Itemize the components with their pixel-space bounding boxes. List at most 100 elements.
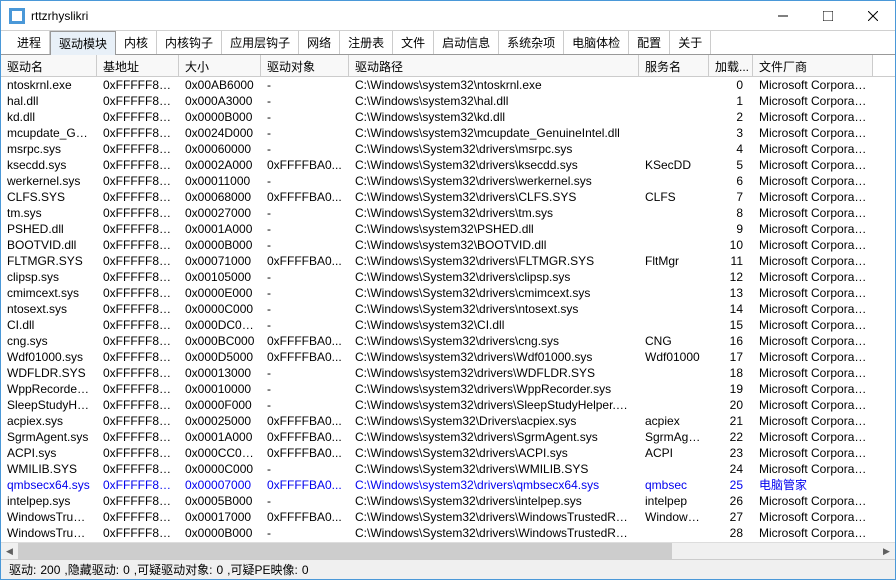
cell-base: 0xFFFFF800... [97, 493, 179, 509]
tab-bar: 进程驱动模块内核内核钩子应用层钩子网络注册表文件启动信息系统杂项电脑体检配置关于 [1, 31, 895, 55]
table-row[interactable]: hal.dll0xFFFFF800...0x000A3000-C:\Window… [1, 93, 895, 109]
cell-base: 0xFFFFF800... [97, 317, 179, 333]
tab-11[interactable]: 配置 [629, 31, 670, 54]
table-row[interactable]: CI.dll0xFFFFF800...0x000DC000-C:\Windows… [1, 317, 895, 333]
table-row[interactable]: ACPI.sys0xFFFFF800...0x000CC0000xFFFFBA0… [1, 445, 895, 461]
maximize-button[interactable] [805, 1, 850, 30]
tab-3[interactable]: 内核钩子 [157, 31, 222, 54]
column-header-5[interactable]: 服务名 [639, 55, 709, 76]
column-header-6[interactable]: 加载... [709, 55, 753, 76]
table-row[interactable]: ntosext.sys0xFFFFF800...0x0000C000-C:\Wi… [1, 301, 895, 317]
table-row[interactable]: clipsp.sys0xFFFFF800...0x00105000-C:\Win… [1, 269, 895, 285]
cell-ord: 2 [709, 109, 753, 125]
cell-path: C:\Windows\System32\drivers\cng.sys [349, 333, 639, 349]
cell-base: 0xFFFFF800... [97, 77, 179, 93]
cell-ord: 6 [709, 173, 753, 189]
cell-svc [639, 109, 709, 125]
table-row[interactable]: ntoskrnl.exe0xFFFFF800...0x00AB6000-C:\W… [1, 77, 895, 93]
tab-1[interactable]: 驱动模块 [50, 31, 116, 56]
table-row[interactable]: msrpc.sys0xFFFFF800...0x00060000-C:\Wind… [1, 141, 895, 157]
table-row[interactable]: kd.dll0xFFFFF800...0x0000B000-C:\Windows… [1, 109, 895, 125]
cell-ord: 3 [709, 125, 753, 141]
close-button[interactable] [850, 1, 895, 30]
table-row[interactable]: CLFS.SYS0xFFFFF800...0x000680000xFFFFBA0… [1, 189, 895, 205]
tab-7[interactable]: 文件 [393, 31, 434, 54]
table-row[interactable]: tm.sys0xFFFFF800...0x00027000-C:\Windows… [1, 205, 895, 221]
cell-size: 0x00071000 [179, 253, 261, 269]
cell-ord: 27 [709, 509, 753, 525]
tab-12[interactable]: 关于 [670, 31, 711, 54]
table-row[interactable]: BOOTVID.dll0xFFFFF800...0x0000B000-C:\Wi… [1, 237, 895, 253]
table-row[interactable]: ksecdd.sys0xFFFFF800...0x0002A0000xFFFFB… [1, 157, 895, 173]
cell-base: 0xFFFFF800... [97, 333, 179, 349]
cell-vendor: 电脑管家 [753, 477, 873, 493]
column-header-1[interactable]: 基地址 [97, 55, 179, 76]
cell-obj: - [261, 461, 349, 477]
scroll-right-button[interactable]: ▶ [878, 543, 895, 560]
cell-name: SleepStudyHelp... [1, 397, 97, 413]
column-header-4[interactable]: 驱动路径 [349, 55, 639, 76]
column-header-0[interactable]: 驱动名 [1, 55, 97, 76]
table-row[interactable]: PSHED.dll0xFFFFF800...0x0001A000-C:\Wind… [1, 221, 895, 237]
table-row[interactable]: FLTMGR.SYS0xFFFFF800...0x000710000xFFFFB… [1, 253, 895, 269]
table-row[interactable]: WindowsTruste...0xFFFFF800...0x000170000… [1, 509, 895, 525]
scroll-track[interactable] [18, 543, 878, 560]
cell-base: 0xFFFFF800... [97, 445, 179, 461]
table-row[interactable]: SleepStudyHelp...0xFFFFF800...0x0000F000… [1, 397, 895, 413]
table-row[interactable]: WMILIB.SYS0xFFFFF800...0x0000C000-C:\Win… [1, 461, 895, 477]
scroll-thumb[interactable] [18, 543, 672, 560]
cell-obj: - [261, 93, 349, 109]
tab-6[interactable]: 注册表 [340, 31, 393, 54]
column-header-7[interactable]: 文件厂商 [753, 55, 873, 76]
cell-name: WindowsTruste... [1, 509, 97, 525]
table-row[interactable]: cng.sys0xFFFFF800...0x000BC0000xFFFFBA0.… [1, 333, 895, 349]
cell-size: 0x0024D000 [179, 125, 261, 141]
tab-2[interactable]: 内核 [116, 31, 157, 54]
cell-obj: - [261, 365, 349, 381]
cell-obj: 0xFFFFBA0... [261, 477, 349, 493]
tab-9[interactable]: 系统杂项 [499, 31, 564, 54]
tab-8[interactable]: 启动信息 [434, 31, 499, 54]
cell-name: WppRecorder.sys [1, 381, 97, 397]
cell-name: intelpep.sys [1, 493, 97, 509]
tab-10[interactable]: 电脑体检 [564, 31, 629, 54]
cell-vendor: Microsoft Corporation [753, 109, 873, 125]
cell-svc: KSecDD [639, 157, 709, 173]
cell-name: WMILIB.SYS [1, 461, 97, 477]
cell-vendor: Microsoft Corporation [753, 221, 873, 237]
table-row[interactable]: WDFLDR.SYS0xFFFFF800...0x00013000-C:\Win… [1, 365, 895, 381]
table-row[interactable]: WindowsTruste...0xFFFFF800...0x0000B000-… [1, 525, 895, 541]
grid-body[interactable]: ntoskrnl.exe0xFFFFF800...0x00AB6000-C:\W… [1, 77, 895, 542]
table-row[interactable]: acpiex.sys0xFFFFF800...0x000250000xFFFFB… [1, 413, 895, 429]
cell-vendor: Microsoft Corporation [753, 189, 873, 205]
cell-name: msrpc.sys [1, 141, 97, 157]
tab-4[interactable]: 应用层钩子 [222, 31, 299, 54]
cell-obj: - [261, 125, 349, 141]
cell-ord: 1 [709, 93, 753, 109]
cell-size: 0x00017000 [179, 509, 261, 525]
table-row[interactable]: cmimcext.sys0xFFFFF800...0x0000E000-C:\W… [1, 285, 895, 301]
column-header-2[interactable]: 大小 [179, 55, 261, 76]
column-header-3[interactable]: 驱动对象 [261, 55, 349, 76]
cell-path: C:\Windows\system32\drivers\WDFLDR.SYS [349, 365, 639, 381]
cell-base: 0xFFFFF800... [97, 365, 179, 381]
cell-path: C:\Windows\system32\PSHED.dll [349, 221, 639, 237]
minimize-button[interactable] [760, 1, 805, 30]
horizontal-scrollbar[interactable]: ◀ ▶ [1, 542, 895, 559]
table-row[interactable]: mcupdate_Genu...0xFFFFF800...0x0024D000-… [1, 125, 895, 141]
tab-0[interactable]: 进程 [9, 31, 50, 54]
app-icon [9, 8, 25, 24]
cell-svc [639, 317, 709, 333]
table-row[interactable]: WppRecorder.sys0xFFFFF800...0x00010000-C… [1, 381, 895, 397]
cell-path: C:\Windows\system32\hal.dll [349, 93, 639, 109]
table-row[interactable]: werkernel.sys0xFFFFF800...0x00011000-C:\… [1, 173, 895, 189]
cell-size: 0x0000B000 [179, 109, 261, 125]
cell-path: C:\Windows\system32\drivers\WppRecorder.… [349, 381, 639, 397]
tab-5[interactable]: 网络 [299, 31, 340, 54]
scroll-left-button[interactable]: ◀ [1, 543, 18, 560]
table-row[interactable]: SgrmAgent.sys0xFFFFF800...0x0001A0000xFF… [1, 429, 895, 445]
table-row[interactable]: intelpep.sys0xFFFFF800...0x0005B000-C:\W… [1, 493, 895, 509]
table-row[interactable]: Wdf01000.sys0xFFFFF800...0x000D50000xFFF… [1, 349, 895, 365]
table-row[interactable]: qmbsecx64.sys0xFFFFF800...0x000070000xFF… [1, 477, 895, 493]
cell-base: 0xFFFFF800... [97, 525, 179, 541]
